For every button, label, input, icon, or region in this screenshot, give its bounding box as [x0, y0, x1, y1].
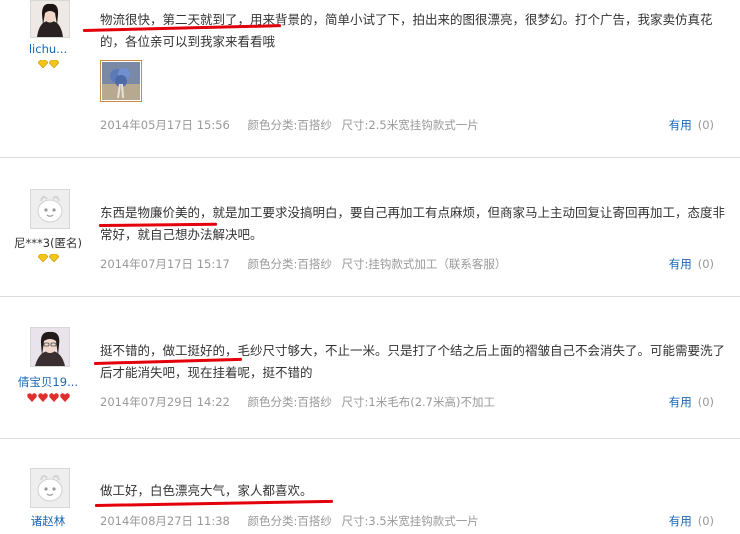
yellow-diamond-icon [48, 60, 59, 68]
divider [0, 438, 740, 439]
useful-vote[interactable]: 有用 (0) [669, 513, 714, 529]
review-item: 倩宝贝19... 挺不错的，做工挺好的，毛纱尺寸够大，不止一米。只是打了个结之后… [0, 310, 740, 435]
review-date: 2014年08月27日 11:38 [100, 514, 230, 528]
useful-count: (0) [697, 257, 714, 271]
avatar[interactable] [30, 0, 70, 38]
red-heart-icon [48, 393, 59, 402]
useful-vote[interactable]: 有用 (0) [669, 117, 714, 133]
red-heart-icon [59, 393, 70, 402]
review-item: 诸赵林 做工好，白色漂亮大气，家人都喜欢。 2014年08月27日 11:38 … [0, 452, 740, 534]
review-photo[interactable] [100, 60, 142, 102]
yellow-diamond-icon [37, 60, 48, 68]
review-date: 2014年07月29日 14:22 [100, 395, 230, 409]
review-date: 2014年05月17日 15:56 [100, 118, 230, 132]
default-avatar-icon [31, 190, 69, 228]
yellow-diamond-icon [37, 254, 48, 262]
default-avatar-icon [31, 469, 69, 507]
profile-photo-icon [31, 328, 69, 366]
profile-photo-icon [31, 1, 69, 37]
red-heart-icon [37, 393, 48, 402]
useful-button[interactable]: 有用 [669, 257, 692, 271]
review-date: 2014年07月17日 15:17 [100, 257, 230, 271]
divider [0, 296, 740, 297]
review-meta: 2014年07月17日 15:17 颜色分类:百搭纱 尺寸:挂钩款式加工（联系客… [100, 256, 512, 272]
size-spec: 尺寸:挂钩款式加工（联系客服） [341, 257, 507, 271]
useful-count: (0) [697, 395, 714, 409]
avatar[interactable] [30, 468, 70, 508]
red-heart-icon [26, 393, 37, 402]
color-category: 颜色分类:百搭纱 [247, 257, 332, 271]
useful-vote[interactable]: 有用 (0) [669, 394, 714, 410]
username[interactable]: lichu... [4, 42, 92, 56]
useful-count: (0) [697, 118, 714, 132]
divider [0, 157, 740, 158]
useful-count: (0) [697, 514, 714, 528]
color-category: 颜色分类:百搭纱 [247, 514, 332, 528]
username: 尼***3(匿名) [13, 236, 83, 250]
review-meta: 2014年05月17日 15:56 颜色分类:百搭纱 尺寸:2.5米宽挂钩款式一… [100, 117, 485, 133]
size-spec: 尺寸:1米毛布(2.7米高)不加工 [341, 395, 495, 409]
color-category: 颜色分类:百搭纱 [247, 118, 332, 132]
useful-button[interactable]: 有用 [669, 118, 692, 132]
useful-button[interactable]: 有用 [669, 514, 692, 528]
useful-vote[interactable]: 有用 (0) [669, 256, 714, 272]
user-level-badges [0, 60, 96, 79]
user-level-badges [0, 393, 96, 412]
yellow-diamond-icon [48, 254, 59, 262]
bouquet-photo-icon [102, 62, 140, 100]
review-item: 尼***3(匿名) 东西是物廉价美的，就是加工要求没搞明白，要自己再加工有点麻烦… [0, 172, 740, 292]
review-item: lichu... 物流很快，第二天就到了，用来背景的，简单小试了下，拍出来的图很… [0, 0, 740, 140]
color-category: 颜色分类:百搭纱 [247, 395, 332, 409]
avatar[interactable] [30, 189, 70, 229]
size-spec: 尺寸:2.5米宽挂钩款式一片 [341, 118, 479, 132]
useful-button[interactable]: 有用 [669, 395, 692, 409]
review-comment: 做工好，白色漂亮大气，家人都喜欢。 [100, 483, 313, 498]
username[interactable]: 倩宝贝19... [4, 374, 92, 390]
avatar[interactable] [30, 327, 70, 367]
username[interactable]: 诸赵林 [4, 513, 92, 529]
review-meta: 2014年07月29日 14:22 颜色分类:百搭纱 尺寸:1米毛布(2.7米高… [100, 394, 501, 410]
review-comment: 物流很快，第二天就到了，用来背景的，简单小试了下，拍出来的图很漂亮，很梦幻。打个… [100, 12, 713, 49]
review-meta: 2014年08月27日 11:38 颜色分类:百搭纱 尺寸:3.5米宽挂钩款式一… [100, 513, 485, 529]
size-spec: 尺寸:3.5米宽挂钩款式一片 [341, 514, 479, 528]
user-level-badges [0, 254, 96, 273]
